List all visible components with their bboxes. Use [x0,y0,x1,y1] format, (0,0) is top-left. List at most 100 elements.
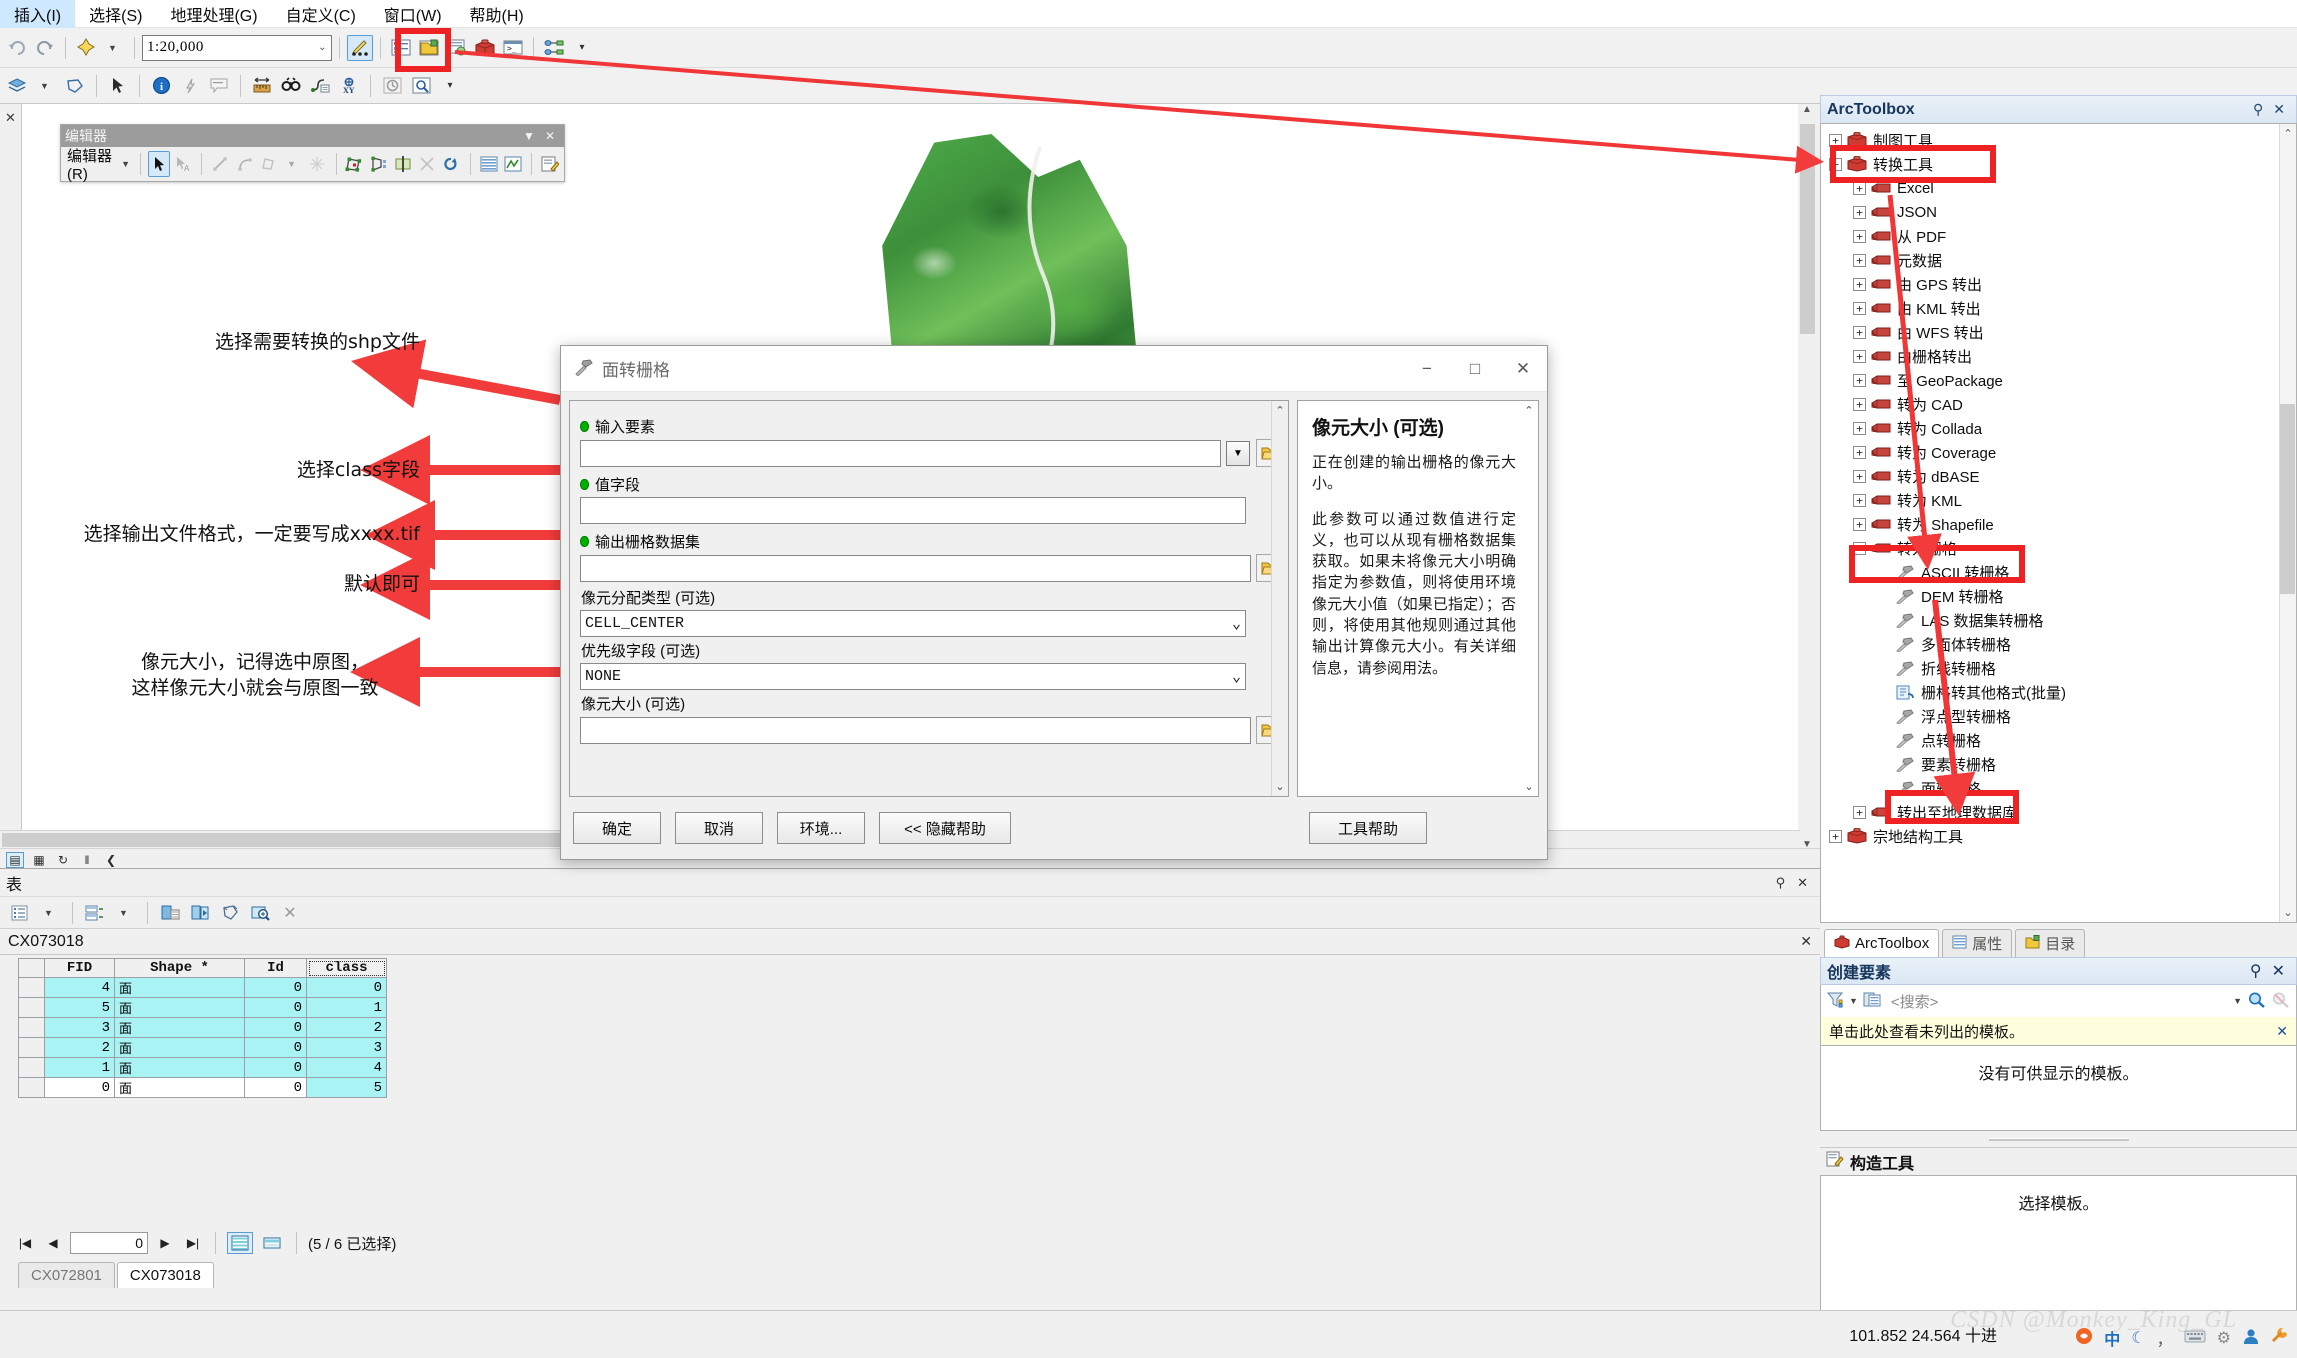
expand-icon[interactable]: + [1853,325,1866,339]
cell-id[interactable]: 0 [244,1057,307,1078]
cell-shape[interactable]: 面 [114,1037,245,1058]
expand-icon[interactable]: + [1853,421,1866,435]
tree-node[interactable]: − 转换工具 [1821,152,2296,176]
last-record-button[interactable]: ▶| [182,1236,204,1250]
tree-node[interactable]: DEM 转栅格 [1821,584,2296,608]
tree-node[interactable]: + 由栅格转出 [1821,344,2296,368]
collapse-icon[interactable]: − [1853,541,1866,555]
chevron-down-icon[interactable]: ▼ [1849,996,1858,1006]
first-record-button[interactable]: |◀ [14,1236,36,1250]
tab-properties[interactable]: 属性 [1942,929,2013,957]
cell-shape[interactable]: 面 [114,1017,245,1038]
pause-drawing-icon[interactable]: ‖ [78,852,96,868]
chevron-down-icon[interactable]: ▼ [2233,996,2242,1006]
tree-node[interactable]: − 转为栅格 [1821,536,2296,560]
value-field-input[interactable] [580,497,1246,524]
show-selected-records-icon[interactable] [259,1232,285,1254]
expand-icon[interactable]: + [1853,205,1866,219]
python-window-icon[interactable]: >_ [500,35,526,61]
menu-item-geoprocessing[interactable]: 地理处理(G) [156,0,271,28]
expand-icon[interactable]: + [1853,253,1866,267]
form-scrollbar[interactable]: ⌃ ⌄ [1271,401,1288,796]
chevron-down-icon[interactable]: ▼ [518,129,540,143]
environments-button[interactable]: 环境... [777,812,865,844]
tree-node[interactable]: + 转为 CAD [1821,392,2296,416]
cell-fid[interactable]: 3 [44,1017,115,1038]
close-icon[interactable]: ✕ [1791,875,1814,891]
table-options-icon[interactable] [7,900,33,926]
sketch-properties-icon[interactable] [502,151,524,177]
tree-node[interactable]: LAS 数据集转栅格 [1821,608,2296,632]
sogou-icon[interactable] [2075,1327,2093,1350]
menu-item-insert[interactable]: 插入(I) [0,0,76,28]
tree-node[interactable]: + 由 WFS 转出 [1821,320,2296,344]
menu-item-window[interactable]: 窗口(W) [370,0,456,28]
layers-dropdown[interactable]: ▼ [33,73,59,99]
expand-icon[interactable]: + [1853,397,1866,411]
cell-class[interactable]: 2 [306,1017,387,1038]
table-tab-cx072801[interactable]: CX072801 [18,1262,115,1288]
tree-scroll-thumb[interactable] [2280,404,2295,594]
expand-icon[interactable]: + [1853,229,1866,243]
show-all-records-icon[interactable] [227,1232,253,1254]
search-icon[interactable] [2247,991,2266,1012]
rotate-icon[interactable] [440,151,462,177]
midpoint-icon[interactable] [306,151,328,177]
scroll-up-icon[interactable]: ⌃ [1275,401,1284,420]
cell-id[interactable]: 0 [244,1017,307,1038]
related-tables-icon[interactable] [82,900,108,926]
cell-fid[interactable]: 4 [44,977,115,998]
next-record-button[interactable]: ▶ [154,1236,176,1250]
wrench-icon[interactable] [2271,1327,2289,1349]
cell-id[interactable]: 0 [244,977,307,998]
tree-node[interactable]: + 转为 Collada [1821,416,2296,440]
help-scrollbar[interactable]: ⌃ ⌄ [1520,401,1538,796]
cell-id[interactable]: 0 [244,1077,307,1098]
switch-selection-icon[interactable] [187,900,213,926]
hyperlink-icon[interactable] [177,73,203,99]
find-icon[interactable] [278,73,304,99]
trace-icon[interactable] [258,151,280,177]
expand-icon[interactable]: + [1853,301,1866,315]
column-header-class[interactable]: class [306,958,387,978]
chevron-down-icon[interactable]: ▼ [1226,440,1250,466]
go-to-xy-icon[interactable]: XY [336,73,362,99]
priority-field-select[interactable]: NONE ⌄ [580,663,1246,690]
map-scale-combo[interactable]: 1:20,000 ⌄ [142,34,332,61]
row-selector[interactable] [18,1077,45,1098]
tree-node[interactable]: + 转为 KML [1821,488,2296,512]
cell-fid[interactable]: 0 [44,1077,115,1098]
cell-id[interactable]: 0 [244,1037,307,1058]
toolbar2-overflow-icon[interactable]: ▾ [437,73,463,99]
panel-splitter[interactable] [1820,1131,2297,1147]
scroll-down-icon[interactable]: ⌄ [1524,777,1533,796]
model-builder-icon[interactable] [541,35,567,61]
time-slider-icon[interactable] [379,73,405,99]
table-row[interactable]: 1 面 0 4 [18,1057,387,1078]
previous-record-button[interactable]: ◀ [42,1236,64,1250]
related-tables-dropdown[interactable]: ▼ [112,900,138,926]
cell-shape[interactable]: 面 [114,1057,245,1078]
user-icon[interactable] [2242,1328,2260,1349]
layout-view-icon[interactable]: ▦ [30,852,48,868]
row-selector[interactable] [18,997,45,1018]
table-options-dropdown[interactable]: ▼ [37,900,63,926]
edit-tool-icon[interactable] [147,151,171,177]
create-features-note[interactable]: 单击此处查看未列出的模板。 ✕ [1820,1017,2297,1045]
arc-segment-icon[interactable] [234,151,256,177]
scroll-up-icon[interactable]: ⌃ [2283,124,2292,140]
catalog-icon[interactable] [416,35,442,61]
tree-node[interactable]: + 从 PDF [1821,224,2296,248]
cancel-button[interactable]: 取消 [675,812,763,844]
maximize-icon[interactable]: □ [1451,346,1499,391]
cell-class[interactable]: 1 [306,997,387,1018]
input-features-field[interactable] [580,439,1221,467]
tree-node[interactable]: + Excel [1821,176,2296,200]
tab-catalog[interactable]: 目录 [2015,929,2086,957]
tree-node[interactable]: + 元数据 [1821,248,2296,272]
cell-class[interactable]: 0 [306,977,387,998]
pin-icon[interactable]: ⚲ [2245,961,2267,981]
measure-icon[interactable] [249,73,275,99]
hide-help-button[interactable]: << 隐藏帮助 [879,812,1011,844]
delete-icon[interactable]: ✕ [277,900,303,926]
